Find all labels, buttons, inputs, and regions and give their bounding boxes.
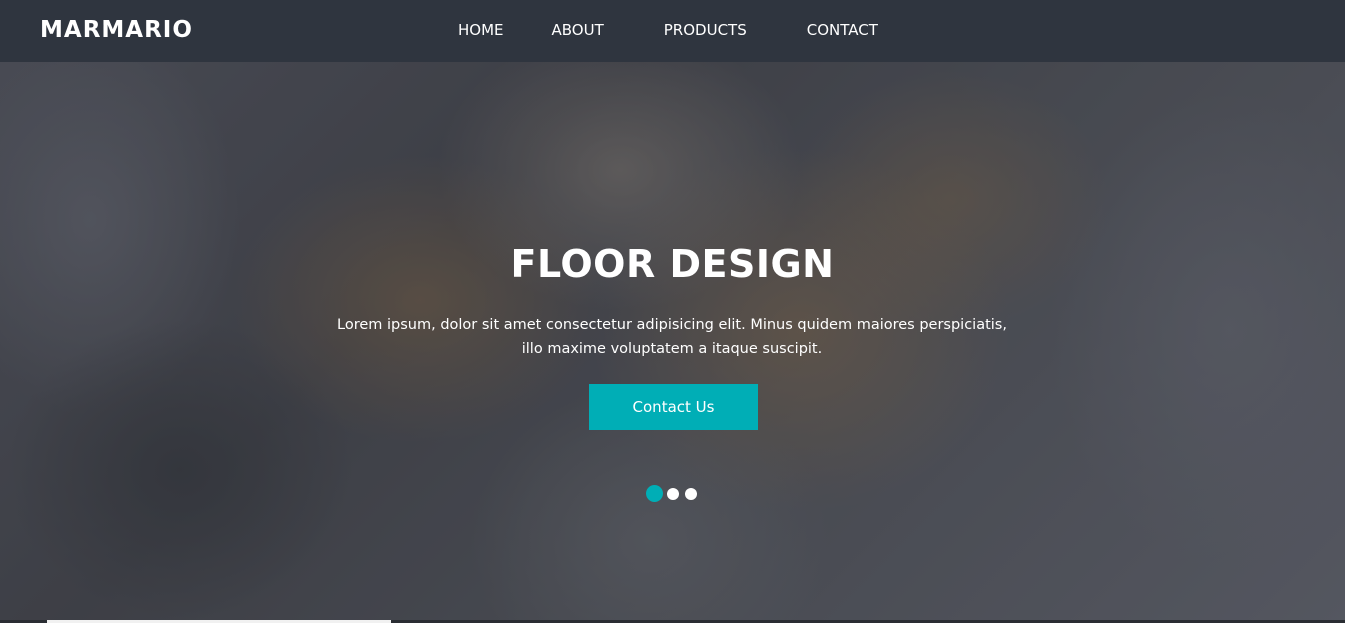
contact-us-button[interactable]: Contact Us (589, 384, 758, 430)
nav-link-contact[interactable]: CONTACT (807, 19, 878, 41)
carousel-dot-2[interactable] (667, 487, 679, 500)
nav-link-home[interactable]: HOME (458, 19, 504, 41)
nav-link-about[interactable]: ABOUT (552, 19, 604, 41)
nav-link-products[interactable]: PRODUCTS (664, 19, 747, 41)
hero-description-line-1: Lorem ipsum, dolor sit amet consectetur … (337, 317, 1007, 333)
landing-page: MARMARIO HOME ABOUT PRODUCTS CONTACT FLO… (0, 0, 1345, 623)
navbar: MARMARIO HOME ABOUT PRODUCTS CONTACT (0, 0, 1345, 62)
brand-logo[interactable]: MARMARIO (40, 15, 193, 45)
hero-title: FLOOR DESIGN (510, 242, 835, 286)
carousel-dot-1[interactable] (646, 485, 663, 502)
hero-description-line-2: illo maxime voluptatem a itaque suscipit… (521, 341, 823, 357)
hero-description: Lorem ipsum, dolor sit amet consectetur … (322, 313, 1022, 361)
hero-overlay (0, 0, 1345, 623)
carousel-indicators (646, 485, 703, 502)
nav-links: HOME ABOUT PRODUCTS CONTACT (458, 19, 878, 41)
carousel-dot-3[interactable] (685, 487, 697, 500)
